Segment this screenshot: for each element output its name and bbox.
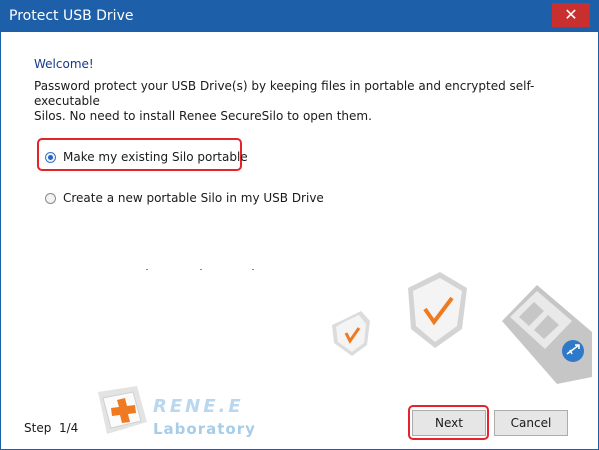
- usb-drive-icon: [502, 285, 592, 384]
- decorative-background-graphic: [98, 272, 592, 434]
- protect-usb-dialog: Protect USB Drive ✕ Welcome! Password pr…: [0, 0, 599, 450]
- large-shield-icon: [408, 272, 467, 348]
- small-shield-icon: [332, 311, 370, 356]
- close-icon: ✕: [564, 5, 578, 24]
- logo-subtitle: Laboratory: [153, 420, 256, 438]
- window-title: Protect USB Drive: [9, 8, 134, 24]
- close-button[interactable]: ✕: [552, 3, 590, 27]
- step-label: Step: [24, 421, 52, 435]
- title-bar[interactable]: Protect USB Drive ✕: [1, 1, 598, 32]
- dialog-body: Welcome! Password protect your USB Drive…: [7, 32, 592, 445]
- logo-title: RENE.E: [153, 396, 244, 417]
- next-button[interactable]: Next: [412, 410, 486, 436]
- step-value: 1/4: [58, 421, 79, 435]
- cancel-button[interactable]: Cancel: [494, 410, 568, 436]
- step-indicator: Step 1/4: [24, 421, 78, 435]
- rene-e-logo-icon: [98, 386, 147, 434]
